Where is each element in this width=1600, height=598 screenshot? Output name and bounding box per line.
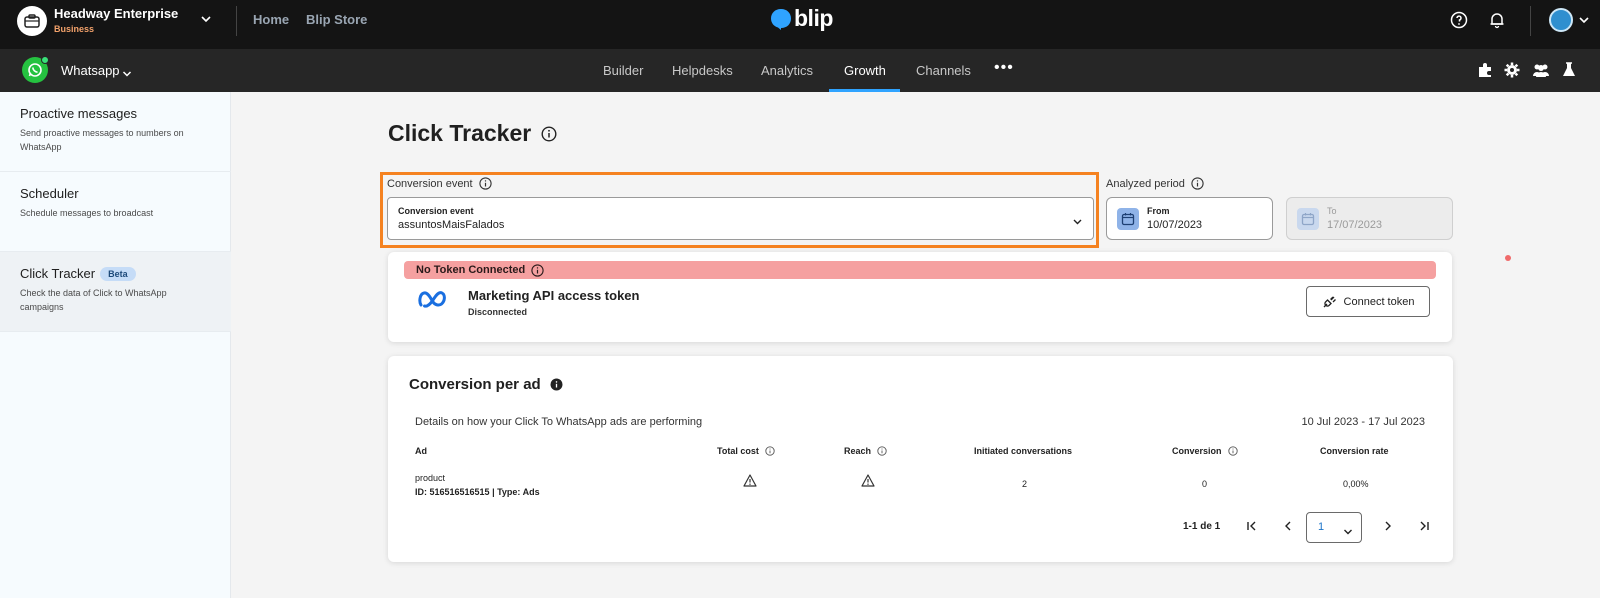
chevron-down-icon[interactable] [200, 12, 212, 30]
online-status-dot [41, 56, 49, 64]
tab-channels[interactable]: Channels [916, 63, 971, 78]
info-icon[interactable] [531, 263, 544, 277]
chevron-down-icon[interactable] [1343, 524, 1353, 542]
tab-builder[interactable]: Builder [603, 63, 643, 78]
warning-icon [743, 474, 757, 492]
to-date-field: To 17/07/2023 [1286, 197, 1453, 240]
first-page-icon[interactable] [1244, 518, 1260, 534]
column-header-initiated-conversations: Initiated conversations [974, 446, 1073, 456]
info-icon[interactable] [1191, 177, 1204, 190]
briefcase-icon[interactable] [17, 6, 47, 36]
info-icon[interactable] [1227, 446, 1238, 456]
help-icon[interactable] [1449, 10, 1469, 30]
chevron-down-icon[interactable] [1072, 214, 1083, 232]
home-link[interactable]: Home [253, 12, 289, 27]
sidebar-item-proactive-messages[interactable]: Proactive messages Send proactive messag… [0, 92, 231, 172]
divider [1530, 6, 1531, 36]
from-value: 10/07/2023 [1147, 219, 1203, 231]
column-header-ad: Ad [415, 446, 427, 456]
sidebar-item-description: Schedule messages to broadcast [20, 208, 154, 218]
page-select-value: 1 [1318, 521, 1325, 533]
to-value: 17/07/2023 [1327, 219, 1383, 231]
info-icon[interactable] [541, 125, 557, 142]
from-date-field[interactable]: From 10/07/2023 [1106, 197, 1273, 240]
tab-helpdesks[interactable]: Helpdesks [672, 63, 733, 78]
sidebar: Proactive messages Send proactive messag… [0, 92, 231, 598]
column-header-conversion: Conversion [1172, 446, 1238, 456]
next-page-icon[interactable] [1380, 518, 1396, 534]
previous-page-icon[interactable] [1280, 518, 1296, 534]
from-label: From [1147, 206, 1170, 216]
org-plan: Business [54, 24, 95, 34]
channel-selector[interactable]: Whatsapp [61, 63, 120, 78]
sidebar-item-label: Proactive messages [20, 106, 138, 121]
analyzed-period-label: Analyzed period [1106, 177, 1204, 190]
info-icon[interactable] [478, 177, 492, 190]
conversion-rate-cell: 0,00% [1343, 479, 1369, 489]
column-header-conversion-rate: Conversion rate [1320, 446, 1389, 456]
conversion-event-label: Conversion event [387, 177, 492, 190]
sidebar-item-label: Click Tracker [20, 266, 96, 281]
no-token-banner: No Token Connected [404, 261, 1436, 279]
pagination-summary: 1-1 de 1 [1183, 521, 1221, 532]
section-description: Details on how your Click To WhatsApp ad… [415, 416, 703, 428]
calendar-icon[interactable] [1117, 208, 1139, 230]
conversion-event-select[interactable]: Conversion event assuntosMaisFalados [387, 197, 1094, 240]
page-title: Click Tracker [388, 120, 557, 147]
sidebar-item-label: Scheduler [20, 186, 79, 201]
blip-store-link[interactable]: Blip Store [306, 12, 367, 27]
beta-badge: Beta [100, 266, 136, 281]
conversion-cell: 0 [1202, 479, 1208, 489]
tab-growth[interactable]: Growth [844, 63, 886, 78]
info-icon[interactable] [765, 446, 775, 456]
bell-icon[interactable] [1487, 10, 1507, 30]
channel-nav: Whatsapp Builder Helpdesks Analytics Gro… [0, 49, 1600, 92]
top-bar: Headway Enterprise Business Home Blip St… [0, 0, 1600, 49]
sidebar-item-description: Send proactive messages to numbers on Wh… [20, 128, 184, 152]
blip-logo[interactable]: blip [770, 5, 833, 32]
user-avatar[interactable] [1549, 8, 1573, 32]
warning-icon [861, 474, 875, 492]
sidebar-item-click-tracker[interactable]: Click Tracker Beta Check the data of Cli… [0, 252, 231, 332]
select-label: Conversion event [398, 206, 474, 216]
chevron-down-icon[interactable] [122, 66, 132, 84]
divider [236, 6, 237, 36]
to-label: To [1327, 206, 1337, 216]
section-title: Conversion per ad [409, 376, 563, 393]
sidebar-item-scheduler[interactable]: Scheduler Schedule messages to broadcast [0, 172, 231, 252]
initiated-conversations-cell: 2 [1022, 479, 1028, 489]
plug-icon [1323, 296, 1336, 307]
date-range: 10 Jul 2023 - 17 Jul 2023 [1301, 416, 1425, 428]
gear-icon[interactable] [1503, 61, 1521, 79]
column-header-reach: Reach [844, 446, 887, 456]
token-card: No Token Connected Marketing API access … [388, 252, 1511, 342]
info-icon[interactable] [550, 378, 563, 391]
blip-logo-icon [771, 8, 791, 30]
meta-icon [418, 290, 448, 313]
flask-icon[interactable] [1560, 61, 1578, 79]
tab-analytics[interactable]: Analytics [761, 63, 813, 78]
conversion-per-ad-card: Conversion per ad Details on how your Cl… [388, 356, 1453, 562]
page-select[interactable]: 1 [1306, 512, 1362, 543]
team-icon[interactable] [1532, 61, 1550, 79]
select-value: assuntosMaisFalados [398, 219, 505, 231]
calendar-icon [1297, 208, 1319, 230]
connect-token-button[interactable]: Connect token [1306, 286, 1430, 317]
ad-name-cell: product [415, 473, 446, 483]
notification-dot [1505, 255, 1511, 261]
chevron-down-icon[interactable] [1578, 13, 1590, 31]
puzzle-icon[interactable] [1476, 61, 1494, 79]
last-page-icon[interactable] [1416, 518, 1432, 534]
token-status: Disconnected [468, 307, 528, 317]
more-icon[interactable]: ••• [994, 59, 1014, 77]
sidebar-item-description: Check the data of Click to WhatsApp camp… [20, 288, 167, 312]
column-header-total-cost: Total cost [717, 446, 775, 456]
info-icon[interactable] [877, 446, 887, 456]
active-tab-indicator [829, 89, 900, 92]
org-name[interactable]: Headway Enterprise [54, 6, 178, 21]
token-title: Marketing API access token [468, 288, 640, 303]
ad-id-cell: ID: 516516516515 | Type: Ads [415, 487, 540, 497]
